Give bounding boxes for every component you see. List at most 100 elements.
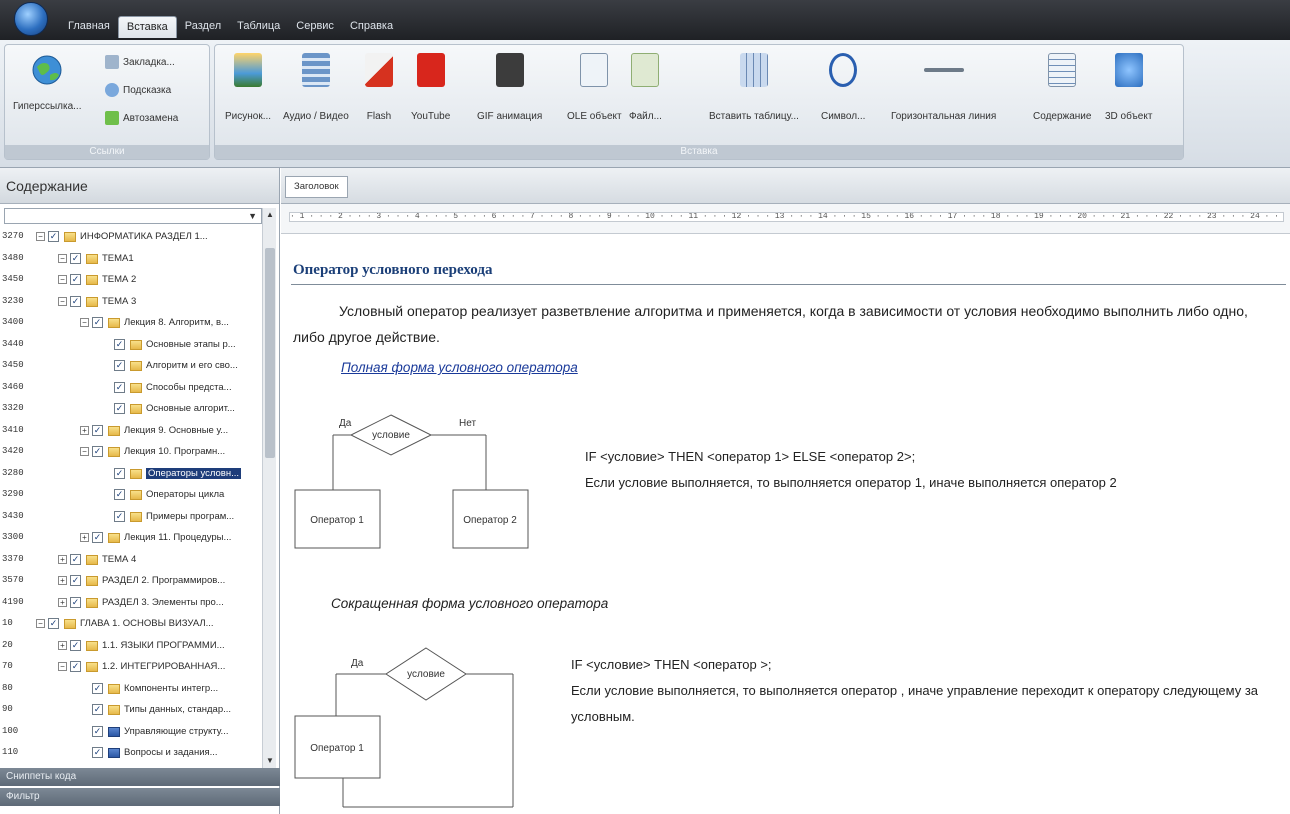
- youtube-button[interactable]: YouTube: [411, 53, 450, 122]
- document-tab[interactable]: Заголовок: [285, 176, 348, 198]
- filter-bar[interactable]: Фильтр: [0, 788, 280, 806]
- tree-checkbox[interactable]: ✓: [114, 467, 125, 479]
- document-body[interactable]: Оператор условного перехода Условный опе…: [281, 234, 1290, 814]
- expand-icon[interactable]: +: [58, 640, 67, 650]
- collapse-icon[interactable]: −: [58, 275, 67, 284]
- tree-item[interactable]: 3460 ✓ Способы предста...: [0, 379, 262, 397]
- tree-item[interactable]: 3420 − ✓ Лекция 10. Програмн...: [0, 443, 262, 461]
- tree-item[interactable]: 3440 ✓ Основные этапы р...: [0, 336, 262, 354]
- tree-item[interactable]: 3400 − ✓ Лекция 8. Алгоритм, в...: [0, 314, 262, 332]
- snippets-bar[interactable]: Сниппеты кода: [0, 768, 280, 786]
- tree-item[interactable]: 90 ✓ Типы данных, стандар...: [0, 701, 262, 719]
- tree-item[interactable]: 3430 ✓ Примеры програм...: [0, 508, 262, 526]
- scroll-down-icon[interactable]: ▼: [265, 756, 275, 766]
- tree-item[interactable]: 3370 + ✓ ТЕМА 4: [0, 551, 262, 569]
- 3d-object-button[interactable]: 3D объект: [1105, 53, 1152, 122]
- tree-item[interactable]: 3300 + ✓ Лекция 11. Процедуры...: [0, 529, 262, 547]
- tree-checkbox[interactable]: ✓: [92, 704, 103, 715]
- expand-icon[interactable]: +: [80, 533, 89, 542]
- tree-item[interactable]: 3480 − ✓ ТЕМА1: [0, 250, 262, 268]
- tree-item[interactable]: 20 + ✓ 1.1. ЯЗЫКИ ПРОГРАММИ...: [0, 637, 262, 655]
- contents-button[interactable]: Содержание: [1033, 53, 1091, 122]
- horizontal-line-button[interactable]: Горизонтальная линия: [891, 53, 996, 122]
- tab-home[interactable]: Главная: [60, 16, 118, 38]
- ole-button[interactable]: OLE объект: [567, 53, 622, 122]
- tree-checkbox[interactable]: ✓: [70, 553, 81, 565]
- tree-checkbox[interactable]: ✓: [92, 532, 103, 543]
- tab-help[interactable]: Справка: [342, 16, 401, 38]
- tab-section[interactable]: Раздел: [177, 16, 229, 38]
- expand-icon[interactable]: +: [58, 576, 67, 585]
- hint-button[interactable]: Подсказка: [105, 83, 171, 97]
- tree-checkbox[interactable]: ✓: [70, 596, 81, 608]
- insert-table-button[interactable]: Вставить таблицу...: [709, 53, 799, 122]
- tree-item[interactable]: 3570 + ✓ РАЗДЕЛ 2. Программиров...: [0, 572, 262, 590]
- tree-item-label: Способы предста...: [146, 381, 232, 393]
- tree-item[interactable]: 3450 ✓ Алгоритм и его сво...: [0, 357, 262, 375]
- tree-item[interactable]: 3450 − ✓ ТЕМА 2: [0, 271, 262, 289]
- tree-checkbox[interactable]: ✓: [70, 575, 81, 586]
- collapse-icon[interactable]: −: [80, 318, 89, 327]
- 3d-object-icon: [1114, 53, 1143, 87]
- tree-checkbox[interactable]: ✓: [70, 295, 81, 307]
- tree-item[interactable]: 3290 ✓ Операторы цикла: [0, 486, 262, 504]
- tree-checkbox[interactable]: ✓: [114, 510, 125, 522]
- tree-item[interactable]: 3270 − ✓ ИНФОРМАТИКА РАЗДЕЛ 1...: [0, 228, 262, 246]
- tree-item[interactable]: 4190 + ✓ РАЗДЕЛ 3. Элементы про...: [0, 594, 262, 612]
- tree-checkbox[interactable]: ✓: [114, 338, 125, 350]
- tree-item[interactable]: 3280 ✓ Операторы условн...: [0, 465, 262, 483]
- tab-table[interactable]: Таблица: [229, 16, 288, 38]
- tree-item[interactable]: 110 ✓ Вопросы и задания...: [0, 744, 262, 762]
- app-menu-button[interactable]: [14, 2, 48, 36]
- tree-checkbox[interactable]: ✓: [70, 661, 81, 672]
- scroll-thumb[interactable]: [265, 248, 275, 458]
- title-bar: Главная Вставка Раздел Таблица Сервис Сп…: [0, 0, 1290, 40]
- tree-checkbox[interactable]: ✓: [48, 231, 59, 242]
- file-button[interactable]: Файл...: [629, 53, 662, 122]
- collapse-icon[interactable]: −: [36, 619, 45, 628]
- symbol-button[interactable]: Символ...: [821, 53, 865, 122]
- tree-checkbox[interactable]: ✓: [92, 682, 103, 694]
- collapse-icon[interactable]: −: [58, 662, 67, 671]
- collapse-icon[interactable]: −: [36, 232, 45, 241]
- gif-button[interactable]: GIF анимация: [477, 53, 542, 122]
- tree-checkbox[interactable]: ✓: [70, 252, 81, 264]
- tree-item[interactable]: 3230 − ✓ ТЕМА 3: [0, 293, 262, 311]
- tree-checkbox[interactable]: ✓: [114, 403, 125, 414]
- scroll-up-icon[interactable]: ▲: [265, 210, 275, 220]
- tree-checkbox[interactable]: ✓: [70, 639, 81, 651]
- contents-filter-dropdown[interactable]: ▼: [4, 208, 262, 224]
- hyperlink-button[interactable]: Гиперссылка...: [13, 53, 82, 112]
- picture-button[interactable]: Рисунок...: [225, 53, 271, 122]
- tree-checkbox[interactable]: ✓: [92, 446, 103, 457]
- expand-icon[interactable]: +: [58, 597, 67, 607]
- tree-checkbox[interactable]: ✓: [92, 725, 103, 737]
- tree-checkbox[interactable]: ✓: [92, 747, 103, 758]
- autoreplace-button[interactable]: Автозамена: [105, 111, 178, 125]
- tree-checkbox[interactable]: ✓: [70, 274, 81, 285]
- tree-checkbox[interactable]: ✓: [114, 381, 125, 393]
- tree-item[interactable]: 80 ✓ Компоненты интегр...: [0, 680, 262, 698]
- tree-checkbox[interactable]: ✓: [114, 360, 125, 371]
- tab-insert[interactable]: Вставка: [117, 16, 177, 38]
- collapse-icon[interactable]: −: [58, 296, 67, 306]
- tree-checkbox[interactable]: ✓: [92, 317, 103, 328]
- tree-checkbox[interactable]: ✓: [114, 489, 125, 500]
- collapse-icon[interactable]: −: [80, 447, 89, 456]
- tab-service[interactable]: Сервис: [288, 16, 342, 38]
- expand-icon[interactable]: +: [80, 425, 89, 435]
- tree-item[interactable]: 3320 ✓ Основные алгорит...: [0, 400, 262, 418]
- contents-scrollbar[interactable]: ▲ ▼: [262, 208, 276, 768]
- tree-checkbox[interactable]: ✓: [48, 618, 59, 629]
- tree-checkbox[interactable]: ✓: [92, 424, 103, 436]
- tree-item[interactable]: 10 − ✓ ГЛАВА 1. ОСНОВЫ ВИЗУАЛ...: [0, 615, 262, 633]
- bookmark-button[interactable]: Закладка...: [105, 55, 175, 69]
- tree-item[interactable]: 100 ✓ Управляющие структу...: [0, 723, 262, 741]
- flash-button[interactable]: Flash: [365, 53, 393, 122]
- tree-item[interactable]: 3410 + ✓ Лекция 9. Основные у...: [0, 422, 262, 440]
- tree-item[interactable]: 70 − ✓ 1.2. ИНТЕГРИРОВАННАЯ...: [0, 658, 262, 676]
- expand-icon[interactable]: +: [58, 554, 67, 564]
- collapse-icon[interactable]: −: [58, 253, 67, 263]
- audio-video-button[interactable]: Аудио / Видео: [283, 53, 349, 122]
- hint-icon: [105, 83, 119, 97]
